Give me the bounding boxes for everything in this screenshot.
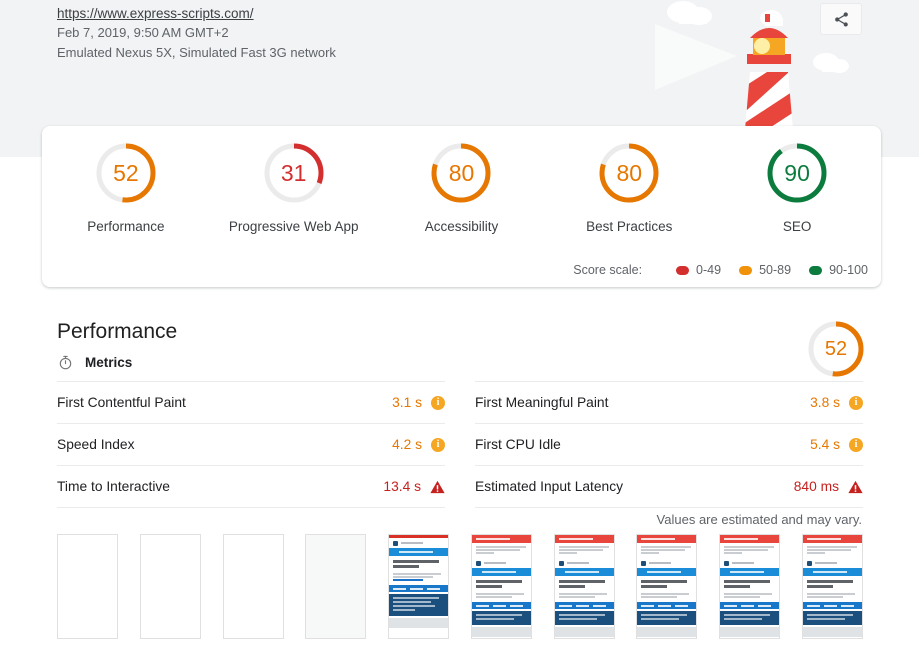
report-metadata: https://www.express-scripts.com/ Feb 7, … — [57, 5, 617, 63]
gauge-ring-seo: 90 — [764, 140, 830, 206]
score-value-seo: 90 — [784, 159, 810, 186]
info-badge-icon: i — [849, 395, 863, 410]
score-label-performance: Performance — [87, 219, 165, 234]
info-badge-icon: i — [849, 437, 863, 452]
filmstrip-frame — [139, 534, 201, 639]
score-gauge-accessibility[interactable]: 80 Accessibility — [378, 140, 546, 234]
scores-card: 52 Performance 31 Progressive Web App 80 — [42, 126, 881, 287]
metric-name: First Contentful Paint — [57, 395, 186, 410]
page-thumbnail — [471, 535, 531, 638]
metric-row[interactable]: Speed Index 4.2 s i — [57, 424, 445, 466]
gauge-ring-performance: 52 — [93, 140, 159, 206]
metric-row[interactable]: First Contentful Paint 3.1 s i — [57, 381, 445, 424]
score-gauge-pwa[interactable]: 31 Progressive Web App — [210, 140, 378, 234]
score-scale-label-average: 50-89 — [759, 263, 792, 277]
filmstrip-frame — [719, 534, 781, 639]
gauge-ring-pwa: 31 — [261, 140, 327, 206]
gauge-ring-best-practices: 80 — [596, 140, 662, 206]
stopwatch-icon — [59, 355, 72, 370]
metrics-columns: First Contentful Paint 3.1 s i Speed Ind… — [57, 381, 863, 508]
warning-triangle-icon — [430, 480, 445, 494]
score-label-best-practices: Best Practices — [586, 219, 673, 234]
report-timestamp: Feb 7, 2019, 9:50 AM GMT+2 — [57, 25, 229, 40]
score-label-seo: SEO — [782, 219, 812, 234]
gauge-ring-accessibility: 80 — [428, 140, 494, 206]
metric-value: 4.2 s — [392, 437, 422, 452]
filmstrip-frame — [801, 534, 863, 639]
page-thumbnail — [554, 535, 614, 638]
audited-url-link[interactable]: https://www.express-scripts.com/ — [57, 5, 254, 23]
score-scale-legend: Score scale: 0-49 50-89 90-100 — [573, 263, 868, 277]
warning-triangle-icon — [848, 480, 863, 494]
metric-name: First Meaningful Paint — [475, 395, 609, 410]
score-value-performance: 52 — [113, 159, 139, 186]
metric-row[interactable]: First Meaningful Paint 3.8 s i — [475, 381, 863, 424]
metrics-column-right: First Meaningful Paint 3.8 s i First CPU… — [475, 381, 863, 508]
page-thumbnail — [637, 535, 697, 638]
filmstrip-frame — [636, 534, 698, 639]
score-scale-dot-fail — [676, 265, 690, 275]
info-badge-icon: i — [431, 437, 445, 452]
score-scale-item-average: 50-89 — [739, 263, 791, 277]
page-thumbnail — [389, 535, 449, 638]
score-scale-dot-average — [739, 265, 753, 275]
page-thumbnail — [720, 535, 780, 638]
share-button[interactable] — [820, 3, 862, 35]
score-value-best-practices: 80 — [616, 159, 643, 186]
metrics-column-left: First Contentful Paint 3.1 s i Speed Ind… — [57, 381, 445, 508]
metric-name: Time to Interactive — [57, 479, 170, 494]
filmstrip-frame — [470, 534, 532, 639]
share-icon — [834, 11, 848, 27]
performance-section-title: Performance — [57, 320, 178, 343]
score-scale-label-pass: 90-100 — [829, 263, 868, 277]
filmstrip-frame — [57, 534, 118, 639]
score-gauges: 52 Performance 31 Progressive Web App 80 — [42, 140, 881, 234]
score-label-pwa: Progressive Web App — [228, 219, 359, 234]
score-scale-title: Score scale: — [573, 263, 643, 277]
performance-score-gauge: 52 — [805, 318, 867, 380]
metric-name: Speed Index — [57, 437, 135, 452]
info-badge-icon: i — [431, 395, 445, 410]
filmstrip-frame — [388, 534, 450, 639]
performance-score-value: 52 — [824, 337, 848, 360]
score-value-pwa: 31 — [280, 159, 307, 186]
metric-value: 5.4 s — [810, 437, 840, 452]
metric-row[interactable]: First CPU Idle 5.4 s i — [475, 424, 863, 466]
filmstrip-frame — [222, 534, 284, 639]
metric-value: 3.8 s — [810, 395, 840, 410]
score-scale-item-pass: 90-100 — [809, 263, 868, 277]
score-gauge-seo[interactable]: 90 SEO — [713, 140, 881, 234]
score-scale-item-fail: 0-49 — [676, 263, 721, 277]
score-scale-label-fail: 0-49 — [696, 263, 722, 277]
metrics-subheader: Metrics — [57, 354, 132, 371]
score-label-accessibility: Accessibility — [424, 219, 499, 234]
metric-value: 840 ms — [793, 479, 839, 494]
estimate-disclaimer: Values are estimated and may vary. — [656, 512, 862, 527]
filmstrip-frame — [553, 534, 615, 639]
page-thumbnail — [802, 535, 862, 638]
score-value-accessibility: 80 — [448, 159, 475, 186]
metrics-subheader-label: Metrics — [85, 355, 133, 370]
metric-name: First CPU Idle — [475, 437, 561, 452]
metric-value: 13.4 s — [383, 479, 421, 494]
score-gauge-best-practices[interactable]: 80 Best Practices — [545, 140, 713, 234]
metric-value: 3.1 s — [392, 395, 422, 410]
report-environment: Emulated Nexus 5X, Simulated Fast 3G net… — [57, 45, 336, 60]
screenshot-filmstrip — [57, 534, 863, 639]
metric-row[interactable]: Time to Interactive 13.4 s — [57, 466, 445, 508]
metric-row[interactable]: Estimated Input Latency 840 ms — [475, 466, 863, 508]
score-scale-dot-pass — [809, 265, 823, 275]
metric-name: Estimated Input Latency — [475, 479, 624, 494]
filmstrip-frame — [305, 534, 367, 639]
score-gauge-performance[interactable]: 52 Performance — [42, 140, 210, 234]
